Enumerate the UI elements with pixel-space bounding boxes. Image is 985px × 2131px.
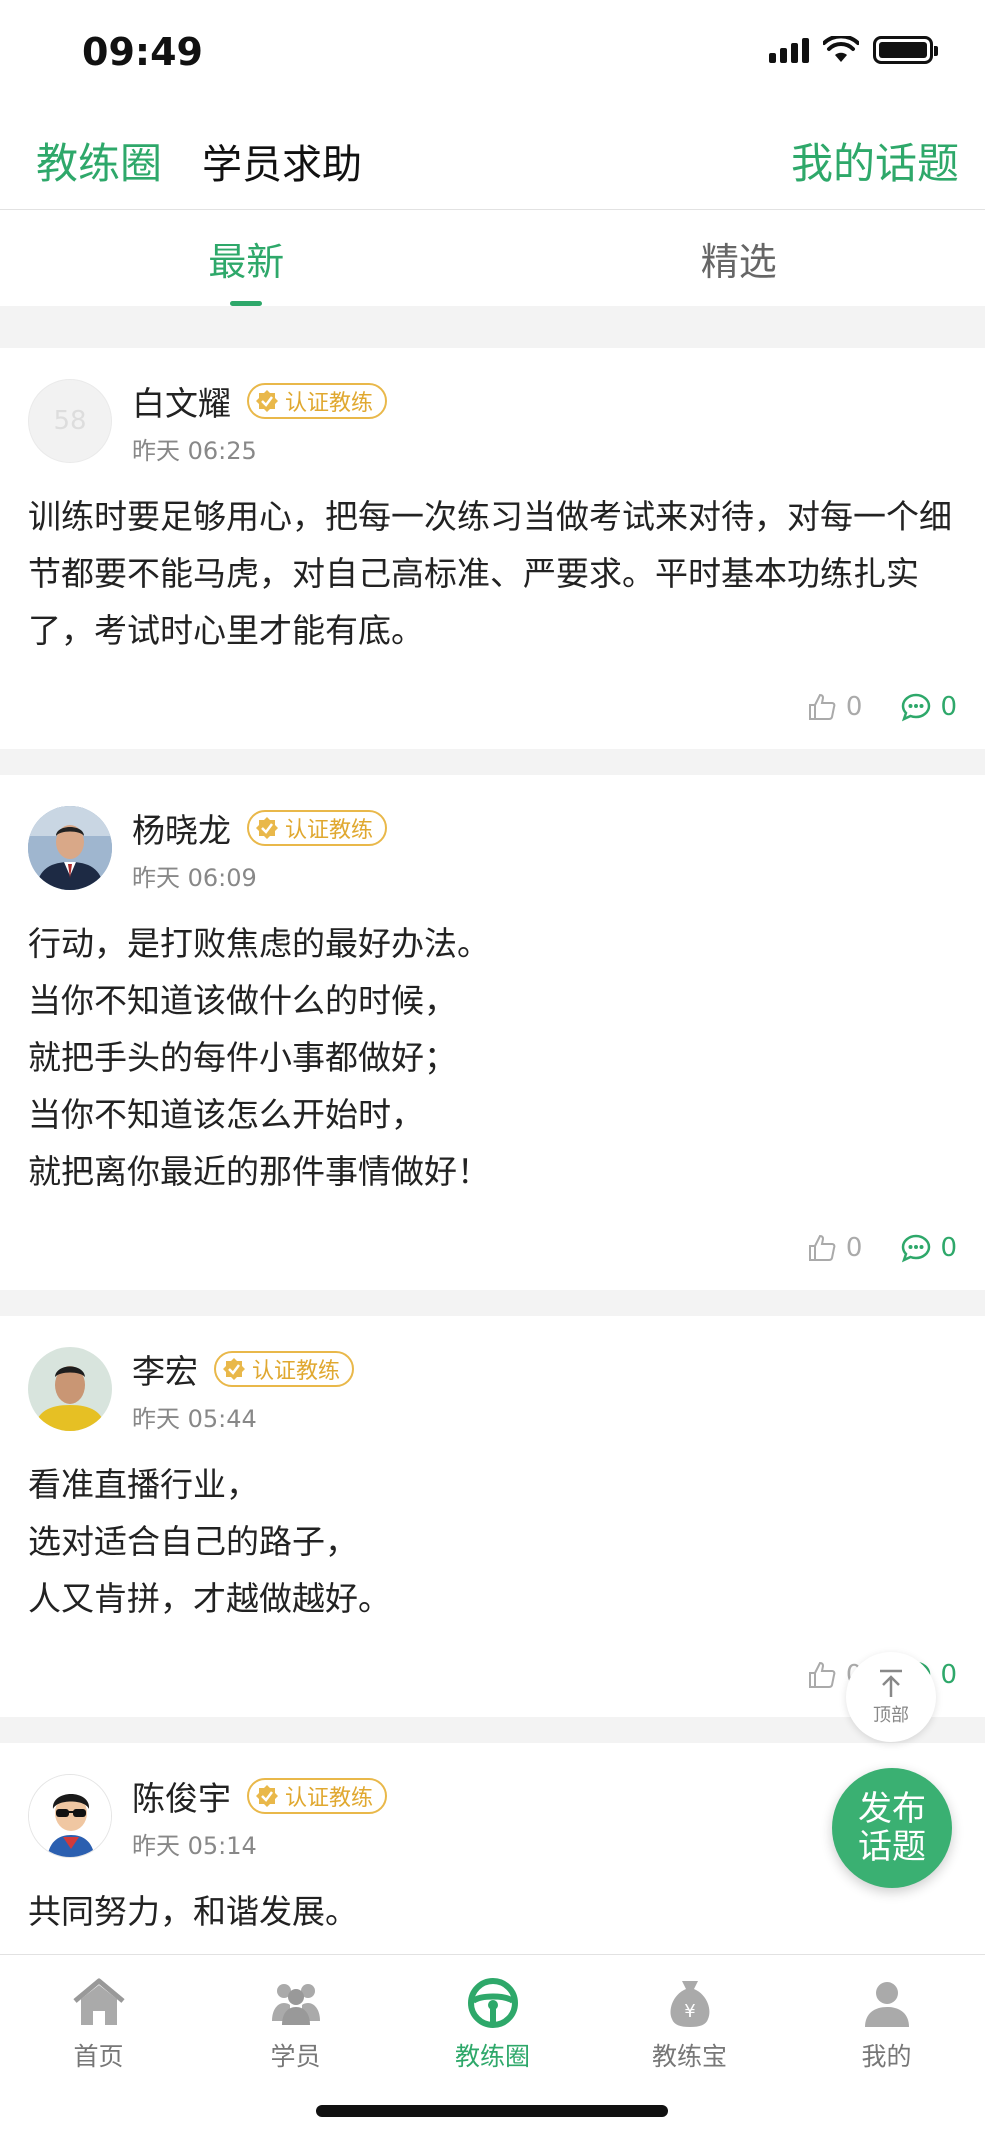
tab-home-label: 首页 — [73, 2042, 124, 2071]
like-button[interactable]: 0 — [806, 691, 863, 723]
post-body[interactable]: 行动，是打败焦虑的最好办法。 当你不知道该做什么的时候， 就把手头的每件小事都做… — [28, 915, 957, 1200]
tab-coach-circle-label: 教练圈 — [454, 2042, 530, 2071]
avatar-photo — [28, 806, 112, 890]
tab-mine-label: 我的 — [861, 2042, 912, 2071]
status-bar: 09:49 — [0, 0, 985, 100]
my-topics-link[interactable]: 我的话题 — [791, 130, 959, 191]
post-card[interactable]: 58 白文耀 认证教练 昨天 06:25 训练时要足够用心，把每一次练习当做考试… — [0, 348, 985, 749]
tab-coach-treasure-label: 教练宝 — [651, 2042, 727, 2071]
post-body[interactable]: 看准直播行业， 选对适合自己的路子， 人又肯拼，才越做越好。 — [28, 1456, 957, 1627]
tab-students-label: 学员 — [270, 2042, 321, 2071]
thumb-up-icon — [808, 1661, 836, 1688]
verified-icon — [256, 1784, 278, 1807]
verified-coach-badge: 认证教练 — [247, 382, 388, 419]
like-button[interactable]: 0 — [806, 1232, 863, 1264]
tab-coach-circle[interactable]: 教练圈 — [36, 130, 162, 191]
svg-text:¥: ¥ — [684, 2001, 695, 2022]
tab-coach-circle-nav[interactable]: 教练圈 — [394, 1955, 591, 2095]
author-name[interactable]: 白文耀 — [132, 377, 231, 425]
author-name[interactable]: 杨晓龙 — [132, 804, 231, 852]
money-bag-icon: ¥ — [670, 1981, 709, 2027]
tab-latest[interactable]: 最新 — [0, 210, 493, 306]
tab-student-help[interactable]: 学员求助 — [202, 132, 362, 190]
status-icons — [769, 36, 938, 64]
publish-topic-button[interactable]: 发布 话题 — [832, 1768, 952, 1888]
badge-label: 认证教练 — [252, 1358, 341, 1384]
like-count: 0 — [845, 692, 863, 722]
battery-icon — [873, 36, 938, 64]
steering-wheel-icon — [467, 1978, 518, 2028]
like-count: 0 — [845, 1233, 863, 1263]
wifi-icon — [823, 36, 859, 62]
post-card[interactable]: 李宏 认证教练 昨天 05:44 看准直播行业， 选对适合自己的路子， 人又肯拼… — [0, 1316, 985, 1717]
avatar[interactable] — [28, 806, 112, 890]
verified-icon — [256, 816, 278, 839]
post-time: 昨天 06:25 — [132, 436, 257, 465]
verified-icon — [256, 389, 278, 412]
sub-tabs: 最新 精选 — [0, 210, 985, 306]
status-time: 09:49 — [82, 30, 203, 74]
avatar[interactable]: 58 — [28, 379, 112, 463]
author-name[interactable]: 李宏 — [132, 1345, 198, 1393]
avatar-placeholder-text: 58 — [53, 406, 87, 436]
avatar[interactable] — [28, 1347, 112, 1431]
avatar-photo — [29, 1775, 111, 1857]
badge-label: 认证教练 — [285, 817, 374, 843]
comment-button[interactable]: 0 — [900, 1232, 957, 1264]
comment-button[interactable]: 0 — [900, 691, 957, 723]
signal-icon — [769, 37, 809, 63]
post-time: 昨天 06:09 — [132, 863, 257, 892]
back-to-top-button[interactable]: 顶部 — [846, 1652, 936, 1742]
back-to-top-label: 顶部 — [873, 1705, 909, 1726]
post-card[interactable]: 杨晓龙 认证教练 昨天 06:09 行动，是打败焦虑的最好办法。 当你不知道该做… — [0, 775, 985, 1290]
verified-coach-badge: 认证教练 — [247, 1777, 388, 1814]
thumb-up-icon — [808, 693, 836, 720]
avatar-photo — [28, 1347, 112, 1431]
tab-mine[interactable]: 我的 — [788, 1955, 985, 2095]
comment-count: 0 — [940, 1233, 957, 1263]
thumb-up-icon — [808, 1234, 836, 1261]
user-icon — [864, 1982, 909, 2027]
bottom-tab-bar: 首页 学员 教练圈 ¥ 教练宝 我的 — [0, 1954, 985, 2131]
tab-students[interactable]: 学员 — [197, 1955, 394, 2095]
students-icon — [271, 1984, 320, 2025]
tab-featured[interactable]: 精选 — [493, 210, 985, 306]
arrow-up-icon — [880, 1669, 902, 1697]
top-nav: 教练圈 学员求助 我的话题 — [0, 100, 985, 210]
verified-coach-badge: 认证教练 — [214, 1350, 355, 1387]
post-time: 昨天 05:14 — [132, 1831, 257, 1860]
post-body[interactable]: 共同努力，和谐发展。 — [28, 1883, 957, 1940]
post-time: 昨天 05:44 — [132, 1404, 257, 1433]
author-name[interactable]: 陈俊宇 — [132, 1772, 231, 1820]
comment-count: 0 — [940, 1660, 957, 1690]
publish-topic-label: 发布 话题 — [858, 1789, 926, 1867]
comment-count: 0 — [940, 692, 957, 722]
avatar[interactable] — [28, 1774, 112, 1858]
badge-label: 认证教练 — [285, 1785, 374, 1811]
comment-icon — [902, 693, 931, 722]
tab-home[interactable]: 首页 — [0, 1955, 197, 2095]
verified-icon — [223, 1357, 245, 1380]
tab-coach-treasure[interactable]: ¥ 教练宝 — [591, 1955, 788, 2095]
home-icon — [72, 1978, 125, 2025]
home-indicator — [316, 2105, 668, 2117]
post-feed[interactable]: 58 白文耀 认证教练 昨天 06:25 训练时要足够用心，把每一次练习当做考试… — [0, 322, 985, 1954]
post-body[interactable]: 训练时要足够用心，把每一次练习当做考试来对待，对每一个细节都要不能马虎，对自己高… — [28, 488, 957, 659]
comment-icon — [902, 1234, 931, 1263]
badge-label: 认证教练 — [285, 390, 374, 416]
verified-coach-badge: 认证教练 — [247, 809, 388, 846]
